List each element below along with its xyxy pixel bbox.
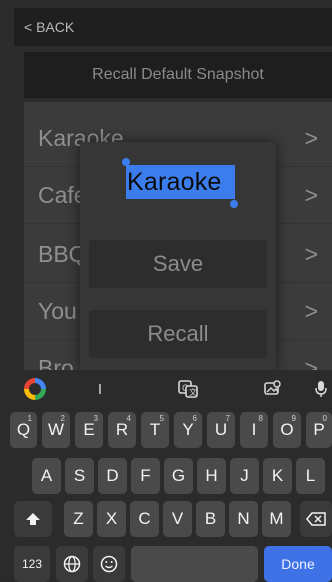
onscreen-keyboard: I G 文 Q1 W2 E3 R4 (0, 370, 332, 582)
backspace-icon (306, 512, 326, 526)
key-c[interactable]: C (130, 501, 159, 537)
key-s[interactable]: S (65, 458, 94, 494)
key-u[interactable]: U7 (207, 412, 235, 448)
emoji-icon (100, 555, 118, 573)
chevron-right-icon: > (304, 240, 318, 267)
numbers-key-label: 123 (21, 557, 43, 571)
recall-label: Recall (147, 321, 209, 346)
done-key-label: Done (281, 556, 315, 572)
translate-glyph: G 文 (178, 380, 198, 398)
microphone-icon[interactable] (310, 370, 332, 408)
key-w[interactable]: W2 (42, 412, 70, 448)
chevron-right-icon: > (304, 124, 318, 151)
svg-text:文: 文 (189, 387, 197, 397)
google-icon[interactable] (22, 370, 48, 408)
key-n[interactable]: N (229, 501, 258, 537)
list-item-label: Cafe (38, 181, 87, 208)
back-button[interactable]: < BACK (14, 8, 332, 46)
numbers-key[interactable]: 123 (14, 546, 50, 582)
done-key[interactable]: Done (264, 546, 332, 582)
list-item-label: BBQ (38, 240, 87, 267)
key-x[interactable]: X (97, 501, 126, 537)
emoji-key[interactable] (93, 546, 125, 582)
shift-icon (26, 513, 40, 525)
key-g[interactable]: G (164, 458, 193, 494)
shift-key[interactable] (14, 501, 52, 537)
save-button[interactable]: Save (89, 240, 267, 288)
key-e[interactable]: E3 (75, 412, 103, 448)
suggestion-cursor[interactable]: I (70, 370, 130, 408)
key-f[interactable]: F (131, 458, 160, 494)
space-key[interactable] (131, 546, 258, 582)
key-h[interactable]: H (197, 458, 226, 494)
key-j[interactable]: J (230, 458, 259, 494)
globe-key[interactable] (56, 546, 88, 582)
key-k[interactable]: K (263, 458, 292, 494)
app-screen: < BACK Recall Default Snapshot Karaoke >… (0, 0, 332, 370)
rename-dialog: Karaoke Save Recall (80, 142, 276, 370)
key-z[interactable]: Z (64, 501, 93, 537)
list-item-label: You (38, 297, 77, 324)
globe-icon (63, 555, 81, 573)
back-label: < BACK (24, 19, 75, 35)
save-label: Save (152, 251, 204, 276)
image-search-icon[interactable] (255, 370, 291, 408)
recall-default-snapshot-button[interactable]: Recall Default Snapshot (24, 52, 332, 98)
list-item-label: Bro (38, 354, 74, 371)
key-t[interactable]: T5 (141, 412, 169, 448)
chevron-right-icon: > (304, 354, 318, 371)
suggestion-text: I (97, 380, 103, 398)
key-r[interactable]: R4 (108, 412, 136, 448)
selection-start-handle[interactable] (122, 158, 130, 166)
translate-icon[interactable]: G 文 (170, 370, 206, 408)
microphone-glyph (315, 381, 327, 397)
key-l[interactable]: L (296, 458, 325, 494)
chevron-right-icon: > (304, 181, 318, 208)
recall-default-snapshot-label: Recall Default Snapshot (92, 66, 264, 83)
key-m[interactable]: M (262, 501, 291, 537)
snapshot-name-input[interactable]: Karaoke (127, 166, 222, 198)
key-y[interactable]: Y6 (174, 412, 202, 448)
key-o[interactable]: O9 (273, 412, 301, 448)
backspace-key[interactable] (300, 501, 332, 537)
recall-button[interactable]: Recall (89, 310, 267, 358)
key-q[interactable]: Q1 (10, 412, 37, 448)
image-search-glyph (264, 380, 281, 395)
key-b[interactable]: B (196, 501, 225, 537)
chevron-right-icon: > (304, 297, 318, 324)
selection-end-handle[interactable] (230, 200, 238, 208)
key-d[interactable]: D (98, 458, 127, 494)
key-a[interactable]: A (32, 458, 61, 494)
suggestion-bar: I G 文 (0, 370, 332, 408)
key-v[interactable]: V (163, 501, 192, 537)
key-i[interactable]: I8 (240, 412, 268, 448)
key-p[interactable]: P0 (306, 412, 332, 448)
